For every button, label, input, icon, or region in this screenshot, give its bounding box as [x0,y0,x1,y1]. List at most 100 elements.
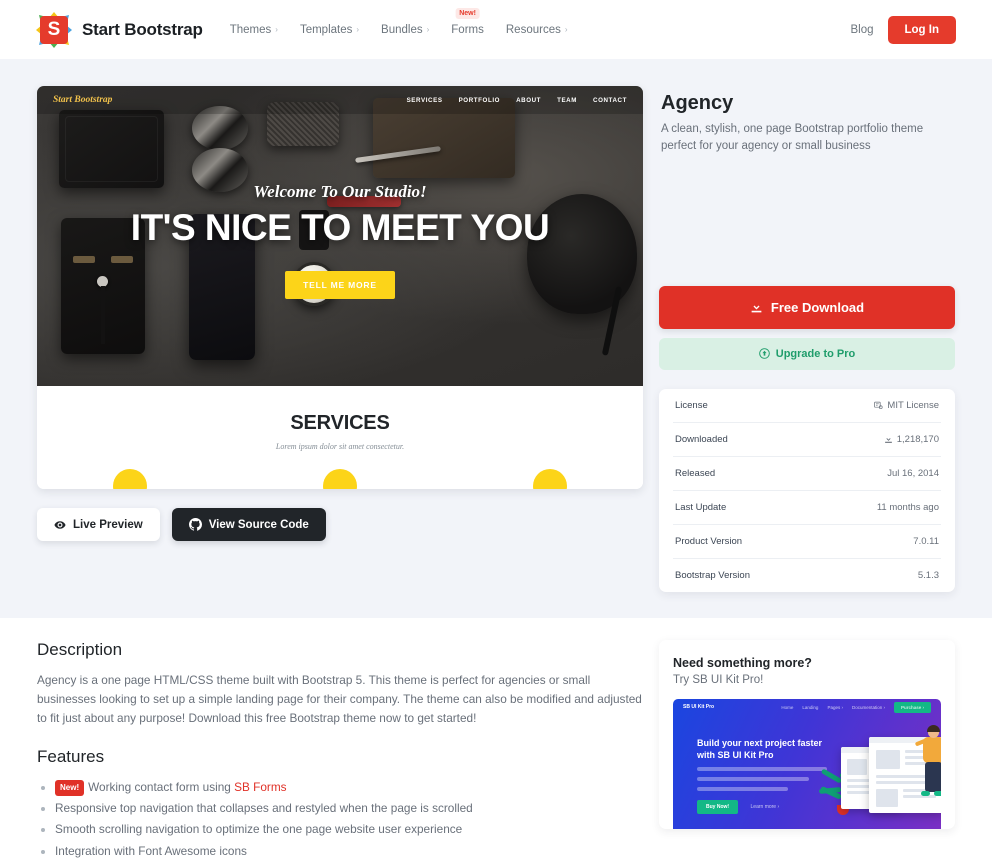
free-download-button[interactable]: Free Download [659,285,955,329]
eye-icon [54,520,66,529]
new-badge: New! [455,7,480,19]
view-source-label: View Source Code [208,518,309,531]
features-list: New!Working contact form using SB Forms … [37,778,643,860]
detail-label: License [675,399,708,411]
nav-item-templates[interactable]: Templates › [289,18,370,42]
theme-description: A clean, stylish, one page Bootstrap por… [661,123,924,153]
preview-nav-contact: CONTACT [593,96,627,104]
nav-item-forms[interactable]: New! Forms [440,7,495,42]
chevron-right-icon: › [564,25,568,34]
promo-person-illustration [914,724,941,801]
preview-hero-title: IT'S NICE TO MEET YOU [130,207,550,248]
list-item: Responsive top navigation that collapses… [55,799,643,818]
chevron-right-icon: › [275,25,278,34]
preview-tell-me-more-button: TELL ME MORE [285,270,395,299]
sb-forms-link[interactable]: SB Forms [234,780,286,794]
list-item: Integration with Font Awesome icons [55,842,643,861]
preview-action-buttons: Live Preview View Source Code [37,508,643,541]
download-icon [884,435,892,443]
detail-value-text: 5.1.3 [917,569,939,581]
feature-text: Working contact form using [88,780,235,795]
description-body: Agency is a one page HTML/CSS theme buil… [37,672,642,726]
preview-hero-overlay: Welcome To Our Studio! IT'S NICE TO MEET… [37,182,643,299]
detail-label: Last Update [675,501,727,513]
brand-link[interactable]: S Start Bootstrap [36,11,203,48]
promo-nav-pages: Pages › [827,704,843,710]
github-icon [188,518,202,531]
upgrade-to-pro-button[interactable]: Upgrade to Pro [659,337,955,370]
detail-row-license: License MIT License [673,389,941,423]
promo-paragraph-line [697,777,809,782]
promo-column: Need something more? Try SB UI Kit Pro! … [659,639,955,863]
navbar-right: Blog Log In [850,15,956,44]
description-heading: Description [37,639,123,659]
detail-value-text: 1,218,170 [896,433,939,445]
new-badge: New! [55,780,85,797]
brand-name: Start Bootstrap [82,19,203,39]
detail-row-bootstrap-version: Bootstrap Version 5.1.3 [673,559,941,592]
service-circle-icon [323,469,357,489]
service-circle-icon [113,469,147,489]
sb-ui-kit-pro-preview-image: SB UI Kit Pro Home Landing Pages › Docum… [673,698,941,829]
promo-image-navbar: SB UI Kit Pro Home Landing Pages › Docum… [673,699,941,716]
theme-preview-card[interactable]: Start Bootstrap SERVICES PORTFOLIO ABOUT… [37,86,643,489]
chevron-right-icon: › [426,25,430,34]
list-item: New!Working contact form using SB Forms [55,778,643,797]
start-bootstrap-logo-icon: S [36,11,72,48]
top-navbar: S Start Bootstrap Themes › Templates › B… [0,0,992,59]
promo-nav-landing: Landing [802,704,819,710]
theme-preview-hero-image: Start Bootstrap SERVICES PORTFOLIO ABOUT… [37,86,643,386]
nav-label: Templates [299,23,353,36]
detail-value-text: 11 months ago [876,501,939,513]
promo-buy-now-button: Buy Now! [697,800,739,815]
detail-row-released: Released Jul 16, 2014 [673,457,941,491]
nav-label: Forms [451,23,484,36]
page-title: Agency [661,92,734,114]
login-button[interactable]: Log In [887,15,956,44]
logo-letter: S [40,15,68,44]
detail-label: Bootstrap Version [675,569,750,581]
promo-card[interactable]: Need something more? Try SB UI Kit Pro! … [659,639,955,829]
preview-services-subtitle: Lorem ipsum dolor sit amet consectetur. [275,442,405,451]
primary-nav: Themes › Templates › Bundles › New! Form… [219,7,579,42]
preview-site-brand: Start Bootstrap [53,95,113,105]
detail-label: Downloaded [675,433,728,445]
preview-services-title: SERVICES [290,412,390,434]
hero-section: Start Bootstrap SERVICES PORTFOLIO ABOUT… [0,59,992,618]
detail-value-text: 7.0.11 [913,535,939,547]
preview-services-section: SERVICES Lorem ipsum dolor sit amet cons… [37,386,643,489]
nav-item-bundles[interactable]: Bundles › [370,18,440,42]
preview-hero-subtitle: Welcome To Our Studio! [253,182,427,201]
preview-nav-portfolio: PORTFOLIO [458,96,501,104]
promo-nav-docs: Documentation › [851,704,885,710]
list-item: Smooth scrolling navigation to optimize … [55,820,643,839]
preview-nav-team: TEAM [557,96,577,104]
certificate-icon [874,401,883,409]
nav-label: Bundles [381,23,423,36]
chevron-right-icon: › [356,25,360,34]
live-preview-label: Live Preview [73,518,143,531]
description-column: Description Agency is a one page HTML/CS… [37,640,643,863]
nav-item-resources[interactable]: Resources › [495,18,579,42]
promo-image-nav: Home Landing Pages › Documentation › Pur… [781,701,931,713]
theme-details-card: License MIT License Downloaded 1,218,170… [659,388,955,592]
upgrade-to-pro-label: Upgrade to Pro [775,347,856,360]
view-source-code-button[interactable]: View Source Code [171,508,326,541]
free-download-label: Free Download [770,299,865,315]
preview-column: Start Bootstrap SERVICES PORTFOLIO ABOUT… [37,86,643,592]
nav-label: Resources [505,23,561,36]
preview-nav-services: SERVICES [406,96,443,104]
detail-row-downloaded: Downloaded 1,218,170 [673,423,941,457]
promo-purchase-button: Purchase › [893,701,931,713]
live-preview-button[interactable]: Live Preview [37,508,160,541]
preview-service-icons [37,469,643,489]
detail-label: Product Version [675,535,743,547]
promo-image-brand: SB UI Kit Pro [683,704,715,711]
nav-item-themes[interactable]: Themes › [219,18,289,42]
preview-nav-about: ABOUT [516,96,542,104]
nav-label: Themes [229,23,272,36]
detail-row-last-update: Last Update 11 months ago [673,491,941,525]
detail-value: 1,218,170 [884,434,939,445]
download-icon [751,301,762,313]
nav-item-blog[interactable]: Blog [850,24,873,36]
